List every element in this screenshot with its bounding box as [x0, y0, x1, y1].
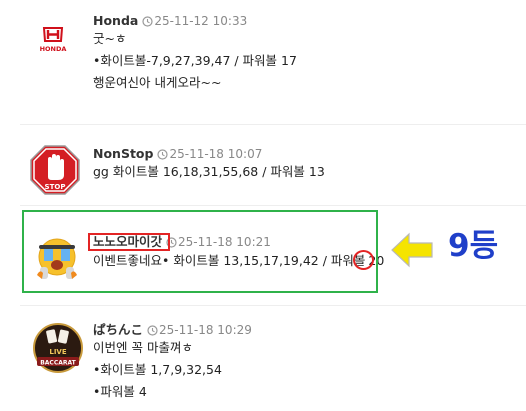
avatar[interactable]: HONDA: [28, 16, 78, 66]
comment-text-line: •파워볼 4: [93, 384, 147, 399]
rank-label: 9등: [448, 228, 499, 264]
divider: [20, 205, 526, 206]
number-circle-mark: [353, 250, 374, 270]
nickname[interactable]: Honda: [93, 13, 138, 28]
comment-text-line: •화이트볼-7,9,27,39,47 / 파워볼 17: [93, 53, 297, 68]
comment-text-line: gg 화이트볼 16,18,31,55,68 / 파워볼 13: [93, 164, 325, 179]
clock-icon: [142, 16, 153, 27]
stop-sign-icon: STOP: [30, 145, 80, 195]
comment-text-line: 굿~ㅎ: [93, 31, 127, 46]
svg-text:HONDA: HONDA: [40, 45, 67, 53]
arrow-left-icon: [391, 232, 433, 268]
live-baccarat-logo-icon: LIVE BACCARAT: [33, 323, 83, 373]
divider: [20, 305, 526, 306]
honda-logo-icon: HONDA: [28, 16, 78, 66]
svg-text:STOP: STOP: [45, 183, 66, 191]
nickname-highlight: [88, 233, 170, 251]
comment-meta: NonStop 25-11-18 10:07: [93, 146, 262, 162]
nickname[interactable]: ぱちんこ: [93, 322, 143, 337]
timestamp: 25-11-18 10:07: [169, 147, 263, 161]
svg-text:BACCARAT: BACCARAT: [40, 360, 76, 367]
timestamp: 25-11-12 10:33: [154, 14, 248, 28]
clock-icon: [157, 149, 169, 160]
comment-text-line: 행운여신아 내게오라~~: [93, 75, 222, 90]
comment-meta: Honda 25-11-12 10:33: [93, 13, 247, 29]
svg-text:LIVE: LIVE: [49, 348, 66, 356]
avatar[interactable]: LIVE BACCARAT: [33, 323, 83, 373]
nickname[interactable]: NonStop: [93, 146, 153, 161]
comment-text-line: •화이트볼 1,7,9,32,54: [93, 362, 222, 377]
highlight-box: [22, 210, 378, 293]
timestamp: 25-11-18 10:29: [159, 323, 252, 337]
comment-meta: ぱちんこ 25-11-18 10:29: [93, 322, 252, 338]
comment-text-line: 이번엔 꼭 마출껴ㅎ: [93, 340, 193, 355]
divider: [20, 124, 526, 125]
avatar[interactable]: STOP: [30, 145, 80, 195]
clock-icon: [147, 325, 158, 336]
